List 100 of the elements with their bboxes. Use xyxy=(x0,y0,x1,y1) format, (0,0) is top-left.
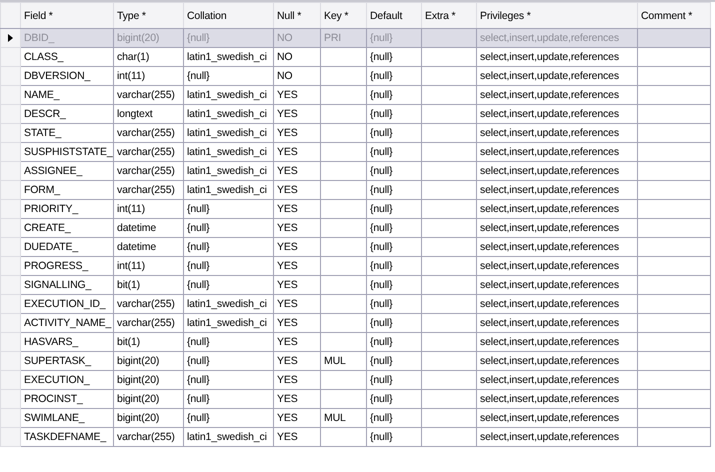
table-cell: YES xyxy=(274,256,320,276)
table-row[interactable]: PRIORITY_ int(11) {null} YES {null} select,insert,update,references xyxy=(0,200,710,218)
table-row[interactable]: SUSPHISTSTATE_ varchar(255) latin1_swedish_ci YES {null} select,insert,update,references xyxy=(0,142,710,162)
table-cell: YES xyxy=(274,314,320,332)
table-row[interactable]: ACTIVITY_NAME_ varchar(255) latin1_swedish_ci YES {null} select,insert,update,references xyxy=(0,314,710,332)
table-row[interactable]: TASKDEFNAME_ varchar(255) latin1_swedish_ci YES {null} select,insert,update,references xyxy=(0,428,710,446)
column-header[interactable]: Type * xyxy=(114,2,184,28)
table-cell: latin1_swedish_ci xyxy=(184,294,274,314)
table-cell: longtext xyxy=(114,104,184,124)
table-cell: YES xyxy=(274,142,320,162)
table-cell: YES xyxy=(274,428,320,446)
table-cell: {null} xyxy=(184,28,274,48)
table-cell: TASKDEFNAME_ xyxy=(20,428,114,446)
table-cell: select,insert,update,references xyxy=(476,332,638,352)
table-cell: latin1_swedish_ci xyxy=(184,180,274,200)
table-cell: datetime xyxy=(114,218,184,238)
table-cell: {null} xyxy=(366,314,422,332)
table-cell: select,insert,update,references xyxy=(476,294,638,314)
table-cell: {null} xyxy=(366,142,422,162)
table-cell: {null} xyxy=(184,408,274,428)
column-header[interactable]: Collation xyxy=(184,2,274,28)
column-header[interactable]: Privileges * xyxy=(476,2,638,28)
table-cell: bigint(20) xyxy=(114,352,184,370)
table-cell: bigint(20) xyxy=(114,28,184,48)
table-cell: HASVARS_ xyxy=(20,332,114,352)
table-cell: select,insert,update,references xyxy=(476,28,638,48)
row-pointer-icon xyxy=(8,34,13,42)
table-cell: {null} xyxy=(366,28,422,48)
column-header[interactable]: Null * xyxy=(274,2,320,28)
table-cell: {null} xyxy=(366,180,422,200)
table-cell: DBID_ xyxy=(20,28,114,48)
table-cell: select,insert,update,references xyxy=(476,428,638,446)
table-cell: latin1_swedish_ci xyxy=(184,104,274,124)
table-cell: CREATE_ xyxy=(20,218,114,238)
table-cell: {null} xyxy=(184,238,274,256)
table-cell: {null} xyxy=(366,104,422,124)
table-cell: {null} xyxy=(366,66,422,86)
table-cell: char(1) xyxy=(114,48,184,66)
table-row[interactable]: DESCR_ longtext latin1_swedish_ci YES {null} select,insert,update,references xyxy=(0,104,710,124)
table-row[interactable]: PROGRESS_ int(11) {null} YES {null} select,insert,update,references xyxy=(0,256,710,276)
table-cell: varchar(255) xyxy=(114,124,184,142)
table-cell: varchar(255) xyxy=(114,162,184,180)
table-row[interactable]: HASVARS_ bit(1) {null} YES {null} select,insert,update,references xyxy=(0,332,710,352)
table-cell: {null} xyxy=(184,200,274,218)
table-cell: NO xyxy=(274,48,320,66)
table-cell: int(11) xyxy=(114,66,184,86)
table-cell: ASSIGNEE_ xyxy=(20,162,114,180)
table-row[interactable]: SWIMLANE_ bigint(20) {null} YES MUL {null} select,insert,update,references xyxy=(0,408,710,428)
table-row[interactable]: EXECUTION_ID_ varchar(255) latin1_swedish_ci YES {null} select,insert,update,references xyxy=(0,294,710,314)
table-row[interactable]: DUEDATE_ datetime {null} YES {null} select,insert,update,references xyxy=(0,238,710,256)
table-row[interactable]: DBVERSION_ int(11) {null} NO {null} select,insert,update,references xyxy=(0,66,710,86)
table-row[interactable]: NAME_ varchar(255) latin1_swedish_ci YES {null} select,insert,update,references xyxy=(0,86,710,104)
table-cell: {null} xyxy=(366,238,422,256)
table-cell: {null} xyxy=(366,370,422,390)
table-row[interactable]: PROCINST_ bigint(20) {null} YES {null} select,insert,update,references xyxy=(0,390,710,408)
column-header[interactable]: Key * xyxy=(320,2,366,28)
table-cell: bit(1) xyxy=(114,332,184,352)
table-cell: bigint(20) xyxy=(114,408,184,428)
table-cell: {null} xyxy=(366,408,422,428)
table-cell: ACTIVITY_NAME_ xyxy=(20,314,114,332)
table-cell: {null} xyxy=(184,276,274,294)
table-row[interactable]: EXECUTION_ bigint(20) {null} YES {null} select,insert,update,references xyxy=(0,370,710,390)
table-cell: varchar(255) xyxy=(114,142,184,162)
table-cell: NAME_ xyxy=(20,86,114,104)
table-cell: YES xyxy=(274,104,320,124)
table-row[interactable]: CREATE_ datetime {null} YES {null} select,insert,update,references xyxy=(0,218,710,238)
table-cell: {null} xyxy=(366,162,422,180)
table-cell: select,insert,update,references xyxy=(476,314,638,332)
table-cell: NO xyxy=(274,28,320,48)
column-header[interactable]: Field * xyxy=(20,2,114,28)
table-row[interactable]: ASSIGNEE_ varchar(255) latin1_swedish_ci YES {null} select,insert,update,references xyxy=(0,162,710,180)
table-cell: latin1_swedish_ci xyxy=(184,86,274,104)
table-cell: bigint(20) xyxy=(114,370,184,390)
table-cell: latin1_swedish_ci xyxy=(184,162,274,180)
table-cell: YES xyxy=(274,86,320,104)
table-cell: YES xyxy=(274,294,320,314)
table-row[interactable]: SIGNALLING_ bit(1) {null} YES {null} select,insert,update,references xyxy=(0,276,710,294)
table-cell: varchar(255) xyxy=(114,294,184,314)
column-header[interactable]: Comment * xyxy=(638,2,710,28)
table-cell: YES xyxy=(274,162,320,180)
table-cell: select,insert,update,references xyxy=(476,124,638,142)
table-cell: NO xyxy=(274,66,320,86)
table-cell: {null} xyxy=(184,332,274,352)
table-cell: int(11) xyxy=(114,200,184,218)
table-cell: PRI xyxy=(320,28,366,48)
table-cell: {null} xyxy=(366,428,422,446)
table-cell: SUSPHISTSTATE_ xyxy=(20,142,114,162)
table-row[interactable]: CLASS_ char(1) latin1_swedish_ci NO {null} select,insert,update,references xyxy=(0,48,710,66)
column-header[interactable]: Default xyxy=(366,2,422,28)
table-cell: select,insert,update,references xyxy=(476,48,638,66)
table-cell: YES xyxy=(274,352,320,370)
table-cell: YES xyxy=(274,200,320,218)
table-row[interactable]: FORM_ varchar(255) latin1_swedish_ci YES {null} select,insert,update,references xyxy=(0,180,710,200)
table-cell: {null} xyxy=(366,86,422,104)
table-cell: PROCINST_ xyxy=(20,390,114,408)
table-cell: YES xyxy=(274,408,320,428)
table-row[interactable]: SUPERTASK_ bigint(20) {null} YES MUL {null} select,insert,update,references xyxy=(0,352,710,370)
column-header[interactable]: Extra * xyxy=(422,2,476,28)
table-cell: {null} xyxy=(366,48,422,66)
table-row[interactable]: STATE_ varchar(255) latin1_swedish_ci YES {null} select,insert,update,references xyxy=(0,124,710,142)
